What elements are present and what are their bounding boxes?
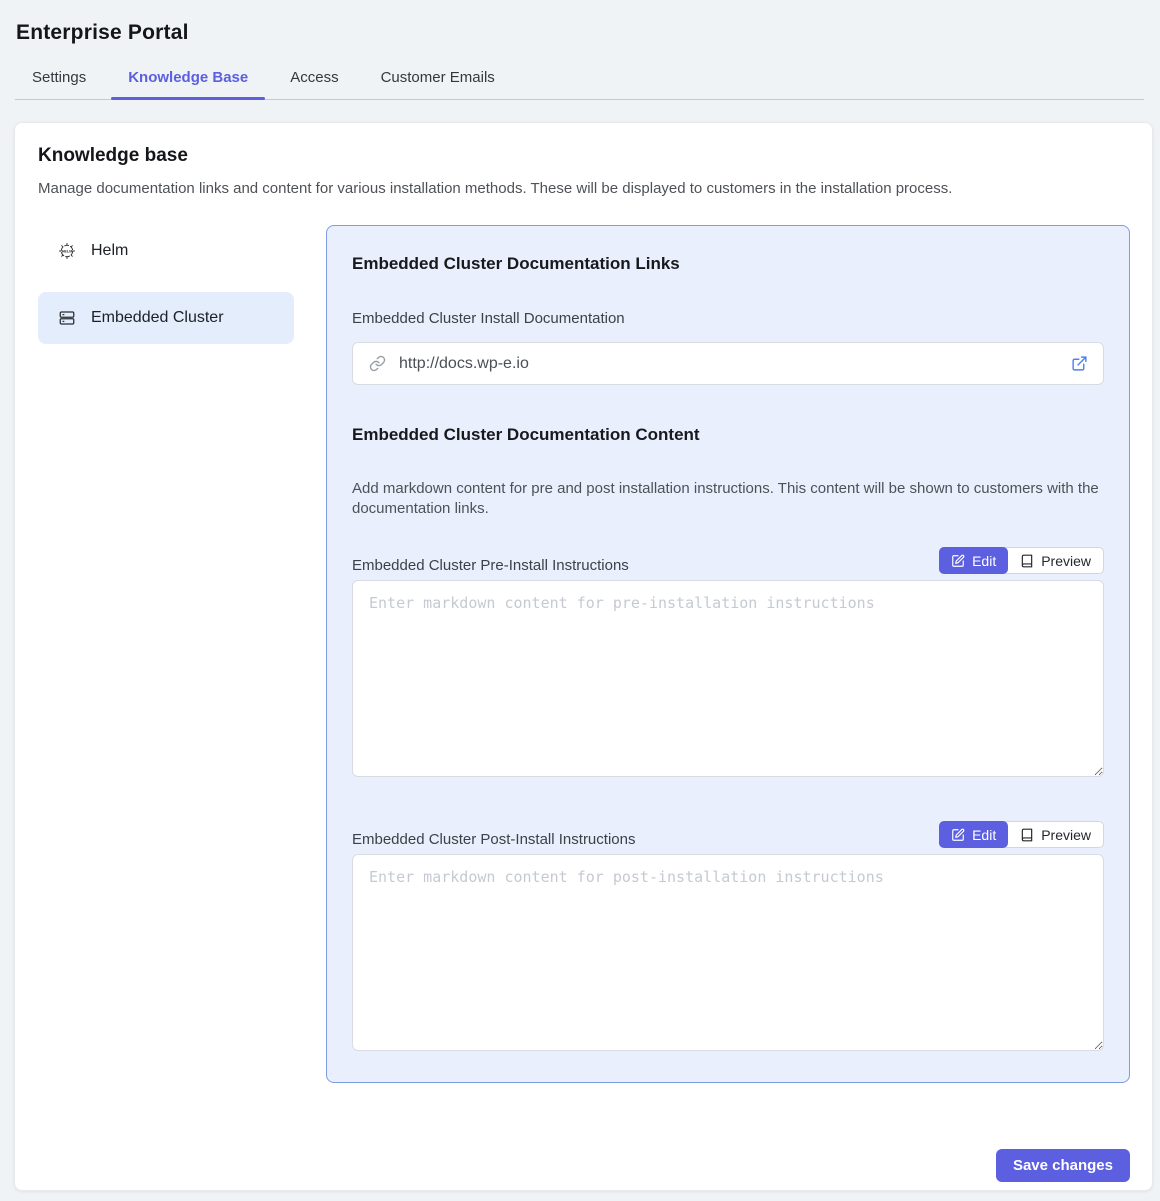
helm-logo-icon: HELM — [58, 242, 76, 260]
edit-button-label: Edit — [972, 553, 996, 569]
save-changes-button[interactable]: Save changes — [996, 1149, 1130, 1182]
post-install-editor: Embedded Cluster Post-Install Instructio… — [352, 821, 1104, 1056]
edit-button-label: Edit — [972, 827, 996, 843]
knowledge-base-card: Knowledge base Manage documentation link… — [14, 122, 1153, 1191]
tab-customer-emails[interactable]: Customer Emails — [364, 58, 512, 99]
sidebar-item-label: Embedded Cluster — [91, 309, 224, 327]
edit-pencil-icon — [951, 828, 965, 842]
pre-install-editor: Embedded Cluster Pre-Install Instruction… — [352, 547, 1104, 814]
preview-button-label: Preview — [1041, 553, 1091, 569]
preview-mode-button[interactable]: Preview — [1008, 822, 1103, 847]
edit-pencil-icon — [951, 554, 965, 568]
external-link-icon — [1071, 355, 1088, 372]
tab-bar: Settings Knowledge Base Access Customer … — [15, 58, 1144, 100]
tab-settings[interactable]: Settings — [15, 58, 103, 99]
link-icon — [369, 355, 386, 372]
preview-mode-button[interactable]: Preview — [1008, 548, 1103, 573]
card-footer: Save changes — [38, 1149, 1130, 1186]
sidebar-item-label: Helm — [91, 242, 128, 260]
edit-mode-button[interactable]: Edit — [939, 821, 1008, 848]
book-icon — [1020, 828, 1034, 842]
tab-access[interactable]: Access — [273, 58, 355, 99]
install-doc-label: Embedded Cluster Install Documentation — [352, 310, 1104, 327]
server-stack-icon — [58, 309, 76, 327]
card-title: Knowledge base — [38, 145, 1130, 167]
links-section-heading: Embedded Cluster Documentation Links — [352, 254, 1104, 274]
edit-mode-button[interactable]: Edit — [939, 547, 1008, 574]
sidebar-item-helm[interactable]: HELM Helm — [38, 225, 294, 277]
preview-button-label: Preview — [1041, 827, 1091, 843]
pre-install-textarea[interactable] — [352, 580, 1104, 777]
pre-install-mode-toggle: Edit Preview — [939, 547, 1104, 574]
pre-install-label: Embedded Cluster Pre-Install Instruction… — [352, 557, 629, 574]
embedded-cluster-panel: Embedded Cluster Documentation Links Emb… — [326, 225, 1130, 1083]
page-title: Enterprise Portal — [16, 21, 1144, 45]
post-install-label: Embedded Cluster Post-Install Instructio… — [352, 831, 635, 848]
open-link-button[interactable] — [1071, 355, 1088, 372]
install-method-nav: HELM Helm Embedded Cluster — [38, 225, 294, 359]
content-section-description: Add markdown content for pre and post in… — [352, 479, 1104, 519]
book-icon — [1020, 554, 1034, 568]
sidebar-item-embedded-cluster[interactable]: Embedded Cluster — [38, 292, 294, 344]
post-install-textarea[interactable] — [352, 854, 1104, 1051]
app-header: Enterprise Portal — [0, 0, 1160, 45]
card-description: Manage documentation links and content f… — [38, 180, 1130, 197]
content-section-heading: Embedded Cluster Documentation Content — [352, 425, 1104, 445]
content-row: HELM Helm Embedded Cluster E — [38, 225, 1130, 1083]
install-doc-url-input[interactable] — [399, 355, 1058, 373]
svg-text:HELM: HELM — [62, 249, 73, 253]
install-doc-field — [352, 342, 1104, 385]
tab-knowledge-base[interactable]: Knowledge Base — [111, 58, 265, 99]
post-install-mode-toggle: Edit Preview — [939, 821, 1104, 848]
